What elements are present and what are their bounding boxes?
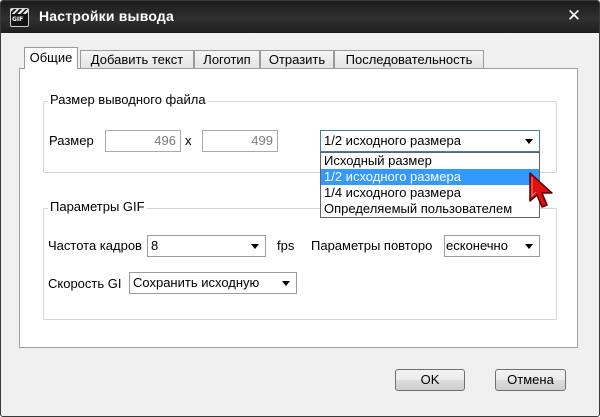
- gif-params-legend: Параметры GIF: [48, 199, 147, 214]
- dropdown-option[interactable]: 1/4 исходного размера: [321, 185, 539, 201]
- tab-sequence[interactable]: Последовательность: [334, 50, 484, 68]
- frame-rate-value: 8: [151, 238, 159, 253]
- frame-rate-select[interactable]: 8: [147, 235, 266, 257]
- width-input[interactable]: 496: [105, 130, 181, 152]
- output-size-legend: Размер выводного файла: [48, 92, 208, 107]
- output-settings-dialog: GIF Настройки вывода ✕ Общие Добавить те…: [0, 0, 600, 417]
- size-preset-select[interactable]: 1/2 исходного размера: [320, 130, 540, 152]
- dropdown-option[interactable]: Определяемый пользователем: [321, 201, 539, 217]
- tab-add-text-label: Добавить текст: [90, 52, 184, 67]
- size-separator: x: [185, 133, 192, 148]
- tab-logo[interactable]: Логотип: [194, 50, 260, 68]
- tab-general[interactable]: Общие: [24, 47, 78, 69]
- tab-mirror[interactable]: Отразить: [260, 50, 334, 68]
- chevron-down-icon: [282, 281, 290, 286]
- size-preset-dropdown[interactable]: Исходный размер 1/2 исходного размера 1/…: [320, 152, 540, 218]
- size-preset-value: 1/2 исходного размера: [324, 133, 461, 148]
- frame-rate-label: Частота кадров: [48, 238, 142, 253]
- chevron-down-icon: [251, 244, 259, 249]
- close-icon[interactable]: ✕: [563, 6, 585, 26]
- mouse-pointer-icon: [529, 172, 553, 208]
- chevron-down-icon: [525, 139, 533, 144]
- speed-select[interactable]: Сохранить исходную: [129, 272, 297, 294]
- cancel-button[interactable]: Отмена: [495, 369, 566, 391]
- height-input[interactable]: 499: [202, 130, 278, 152]
- chevron-down-icon: [525, 244, 533, 249]
- gif-clapperboard-icon: GIF: [10, 8, 29, 27]
- tab-add-text[interactable]: Добавить текст: [80, 50, 194, 68]
- repeat-value: есконечно: [446, 238, 508, 253]
- tab-sequence-label: Последовательность: [345, 52, 473, 67]
- dropdown-option[interactable]: 1/2 исходного размера: [321, 169, 539, 185]
- fps-unit-label: fps: [277, 238, 295, 253]
- dropdown-option[interactable]: Исходный размер: [321, 153, 539, 169]
- repeat-label: Параметры повторо: [311, 238, 433, 253]
- speed-label: Скорость GI: [48, 276, 122, 291]
- app-icon-text: GIF: [12, 16, 24, 23]
- speed-value: Сохранить исходную: [133, 275, 260, 290]
- gif-params-group: [43, 208, 557, 320]
- ok-button[interactable]: OK: [395, 369, 465, 391]
- size-label: Размер: [49, 133, 94, 148]
- tab-mirror-label: Отразить: [268, 52, 326, 67]
- repeat-select[interactable]: есконечно: [444, 235, 540, 257]
- window-title: Настройки вывода: [39, 8, 174, 24]
- title-bar[interactable]: GIF Настройки вывода ✕: [1, 1, 599, 33]
- tab-logo-label: Логотип: [203, 52, 251, 67]
- tab-general-label: Общие: [29, 50, 73, 65]
